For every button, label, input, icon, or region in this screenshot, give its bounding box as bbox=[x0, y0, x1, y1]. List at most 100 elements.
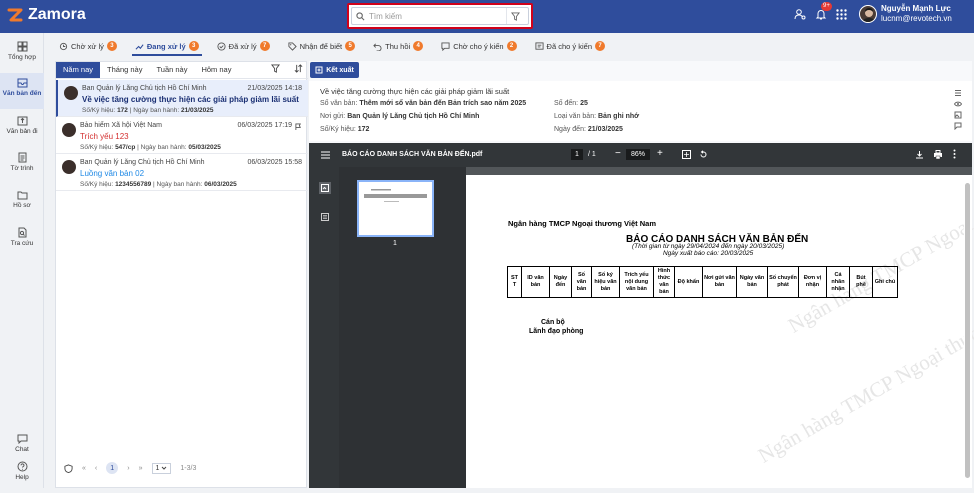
sender-avatar bbox=[62, 160, 76, 174]
tab-count-badge: 5 bbox=[345, 41, 356, 51]
tab-count-badge: 2 bbox=[506, 41, 517, 51]
pending-icon bbox=[59, 42, 68, 50]
doc-meta: Số/Ký hiệu: 172 | Ngày ban hành: 21/03/2… bbox=[82, 107, 214, 114]
sidebar-item-ho-so[interactable]: Hồ sơ bbox=[0, 185, 44, 221]
filter-tab-hom-nay[interactable]: Hôm nay bbox=[194, 62, 238, 78]
next-page-button[interactable]: › bbox=[127, 465, 129, 472]
help-icon bbox=[17, 461, 27, 472]
field-so-den: Số đến: 25 bbox=[554, 100, 588, 107]
list-icon[interactable] bbox=[954, 89, 962, 97]
page-size-select[interactable]: 1 bbox=[151, 462, 172, 474]
tab-count-badge: 3 bbox=[188, 41, 199, 51]
doc-date: 21/03/2025 14:18 bbox=[247, 85, 303, 92]
comment-lines-icon bbox=[534, 41, 544, 50]
zoom-out-button[interactable]: − bbox=[615, 148, 621, 159]
scrollbar-thumb[interactable] bbox=[965, 183, 970, 478]
note-icon[interactable] bbox=[954, 122, 962, 130]
app-logo[interactable]: Zamora bbox=[6, 6, 86, 24]
search-highlight bbox=[347, 3, 533, 29]
user-profile[interactable]: Nguyễn Mạnh Lực lucnm@revotech.vn bbox=[859, 4, 952, 24]
table-header-cell: Nơi gửi văn bản bbox=[702, 266, 737, 298]
outline-view-icon[interactable] bbox=[321, 213, 329, 221]
doc-title: Về việc tăng cường thực hiện các giải ph… bbox=[82, 95, 299, 104]
tab-count-badge: 7 bbox=[259, 41, 270, 51]
notification-button[interactable]: 9+ bbox=[815, 2, 832, 20]
sidebar-item-van-ban-den[interactable]: Văn bản đến bbox=[0, 73, 44, 109]
tab-nhan-de-biet[interactable]: Nhận để biết 5 bbox=[279, 36, 365, 56]
field-loai-van-ban: Loại văn bản: Bản ghi nhớ bbox=[554, 113, 640, 120]
tab-dang-xu-ly[interactable]: Đang xử lý 3 bbox=[126, 36, 208, 56]
sender-avatar bbox=[64, 86, 78, 100]
download-icon[interactable] bbox=[915, 150, 924, 159]
tab-label: Thu hồi bbox=[385, 41, 411, 51]
sidebar-item-van-ban-di[interactable]: Văn bản đi bbox=[0, 111, 44, 147]
list-item[interactable]: Ban Quản lý Lăng Chủ tịch Hồ Chí Minh 06/… bbox=[56, 154, 308, 191]
doc-meta: Số/Ký hiệu: 547/cp | Ngày ban hành: 05/0… bbox=[80, 144, 221, 151]
tab-label: Chờ xử lý bbox=[71, 41, 104, 51]
sort-icon[interactable] bbox=[294, 64, 303, 73]
print-icon[interactable] bbox=[933, 150, 943, 159]
apps-grid-icon[interactable] bbox=[836, 8, 847, 20]
table-header-cell: Ngày văn bản bbox=[736, 266, 768, 298]
folder-icon bbox=[17, 191, 27, 200]
menu-icon[interactable] bbox=[321, 151, 330, 159]
more-vertical-icon[interactable] bbox=[953, 149, 956, 159]
user-email: lucnm@revotech.vn bbox=[881, 14, 952, 23]
filter-tab-tuan-nay[interactable]: Tuần này bbox=[149, 62, 194, 78]
document-icon bbox=[18, 152, 26, 163]
zoom-in-button[interactable]: + bbox=[657, 148, 663, 159]
detail-title: Về việc tăng cường thực hiện các giải ph… bbox=[320, 87, 510, 96]
report-table: ST T ID văn bản Ngày đến Số văn bản Số k… bbox=[507, 266, 898, 298]
tab-thu-hoi[interactable]: Thu hồi 4 bbox=[364, 36, 432, 56]
top-bar: Zamora 9+ Nguyễn Mạnh Lực bbox=[0, 0, 974, 33]
shield-icon[interactable] bbox=[64, 463, 73, 473]
signature-label: Cán bộ bbox=[541, 319, 565, 326]
tab-cho-cho-y-kien[interactable]: Chờ cho ý kiến 2 bbox=[432, 36, 525, 56]
image-icon[interactable] bbox=[954, 111, 962, 119]
doc-sender: Bảo hiểm Xã hội Việt Nam bbox=[80, 122, 162, 129]
fit-page-icon[interactable] bbox=[682, 150, 691, 159]
sidebar-item-label: Tra cứu bbox=[10, 240, 34, 247]
sidebar-item-to-trinh[interactable]: Tờ trình bbox=[0, 148, 44, 184]
export-icon bbox=[315, 66, 323, 74]
rotate-icon[interactable] bbox=[699, 150, 708, 159]
filter-tab-nam-nay[interactable]: Năm nay bbox=[56, 62, 101, 78]
pdf-sidenav bbox=[309, 167, 339, 488]
user-name: Nguyễn Mạnh Lực bbox=[881, 4, 951, 13]
zamora-logo-icon bbox=[6, 6, 24, 24]
search-filter-button[interactable] bbox=[506, 8, 524, 24]
search-box bbox=[351, 7, 529, 25]
pdf-page-input[interactable]: 1 bbox=[571, 149, 583, 160]
tab-da-cho-y-kien[interactable]: Đã cho ý kiến 7 bbox=[526, 36, 614, 56]
pdf-scrollbar[interactable] bbox=[964, 175, 972, 488]
sidebar-item-tra-cuu[interactable]: Tra cứu bbox=[0, 223, 44, 259]
tab-label: Đã xử lý bbox=[228, 41, 257, 51]
list-item[interactable]: Bảo hiểm Xã hội Việt Nam 06/03/2025 17:19… bbox=[56, 117, 308, 154]
sidebar-item-label: Tờ trình bbox=[10, 165, 34, 172]
tab-cho-xu-ly[interactable]: Chờ xử lý 3 bbox=[50, 36, 126, 56]
doc-title: Trích yếu 123 bbox=[80, 132, 129, 141]
search-input[interactable] bbox=[369, 11, 502, 21]
filter-tab-thang-nay[interactable]: Tháng này bbox=[100, 62, 149, 78]
list-item[interactable]: Ban Quản lý Lăng Chủ tịch Hồ Chí Minh 21/… bbox=[56, 80, 308, 117]
thumbnail-view-icon[interactable] bbox=[319, 182, 331, 194]
tab-da-xu-ly[interactable]: Đã xử lý 7 bbox=[208, 36, 279, 56]
zoom-input[interactable]: 86% bbox=[626, 149, 650, 160]
last-page-button[interactable]: » bbox=[139, 465, 143, 472]
doc-sender: Ban Quản lý Lăng Chủ tịch Hồ Chí Minh bbox=[80, 159, 205, 166]
status-tabs: Chờ xử lý 3 Đang xử lý 3 Đã xử lý 7 Nhận… bbox=[50, 36, 972, 56]
eye-icon[interactable] bbox=[954, 100, 962, 108]
prev-page-button[interactable]: ‹ bbox=[95, 465, 97, 472]
sidebar-item-tong-hop[interactable]: Tổng hợp bbox=[0, 37, 44, 73]
table-header-cell: Số văn bản bbox=[571, 266, 592, 298]
doc-sender: Ban Quản lý Lăng Chủ tịch Hồ Chí Minh bbox=[82, 85, 207, 92]
user-settings-icon[interactable] bbox=[794, 8, 806, 20]
current-page[interactable]: 1 bbox=[106, 462, 119, 474]
page-thumbnail[interactable] bbox=[357, 180, 434, 237]
export-button[interactable]: Kết xuất bbox=[310, 62, 359, 78]
doc-meta: Số/Ký hiệu: 1234556789 | Ngày ban hành: … bbox=[80, 181, 237, 188]
first-page-button[interactable]: « bbox=[82, 465, 86, 472]
signature-label: Lãnh đạo phòng bbox=[529, 328, 584, 335]
sidebar-item-label: Tổng hợp bbox=[7, 54, 37, 61]
list-filter-icon[interactable] bbox=[271, 64, 280, 73]
